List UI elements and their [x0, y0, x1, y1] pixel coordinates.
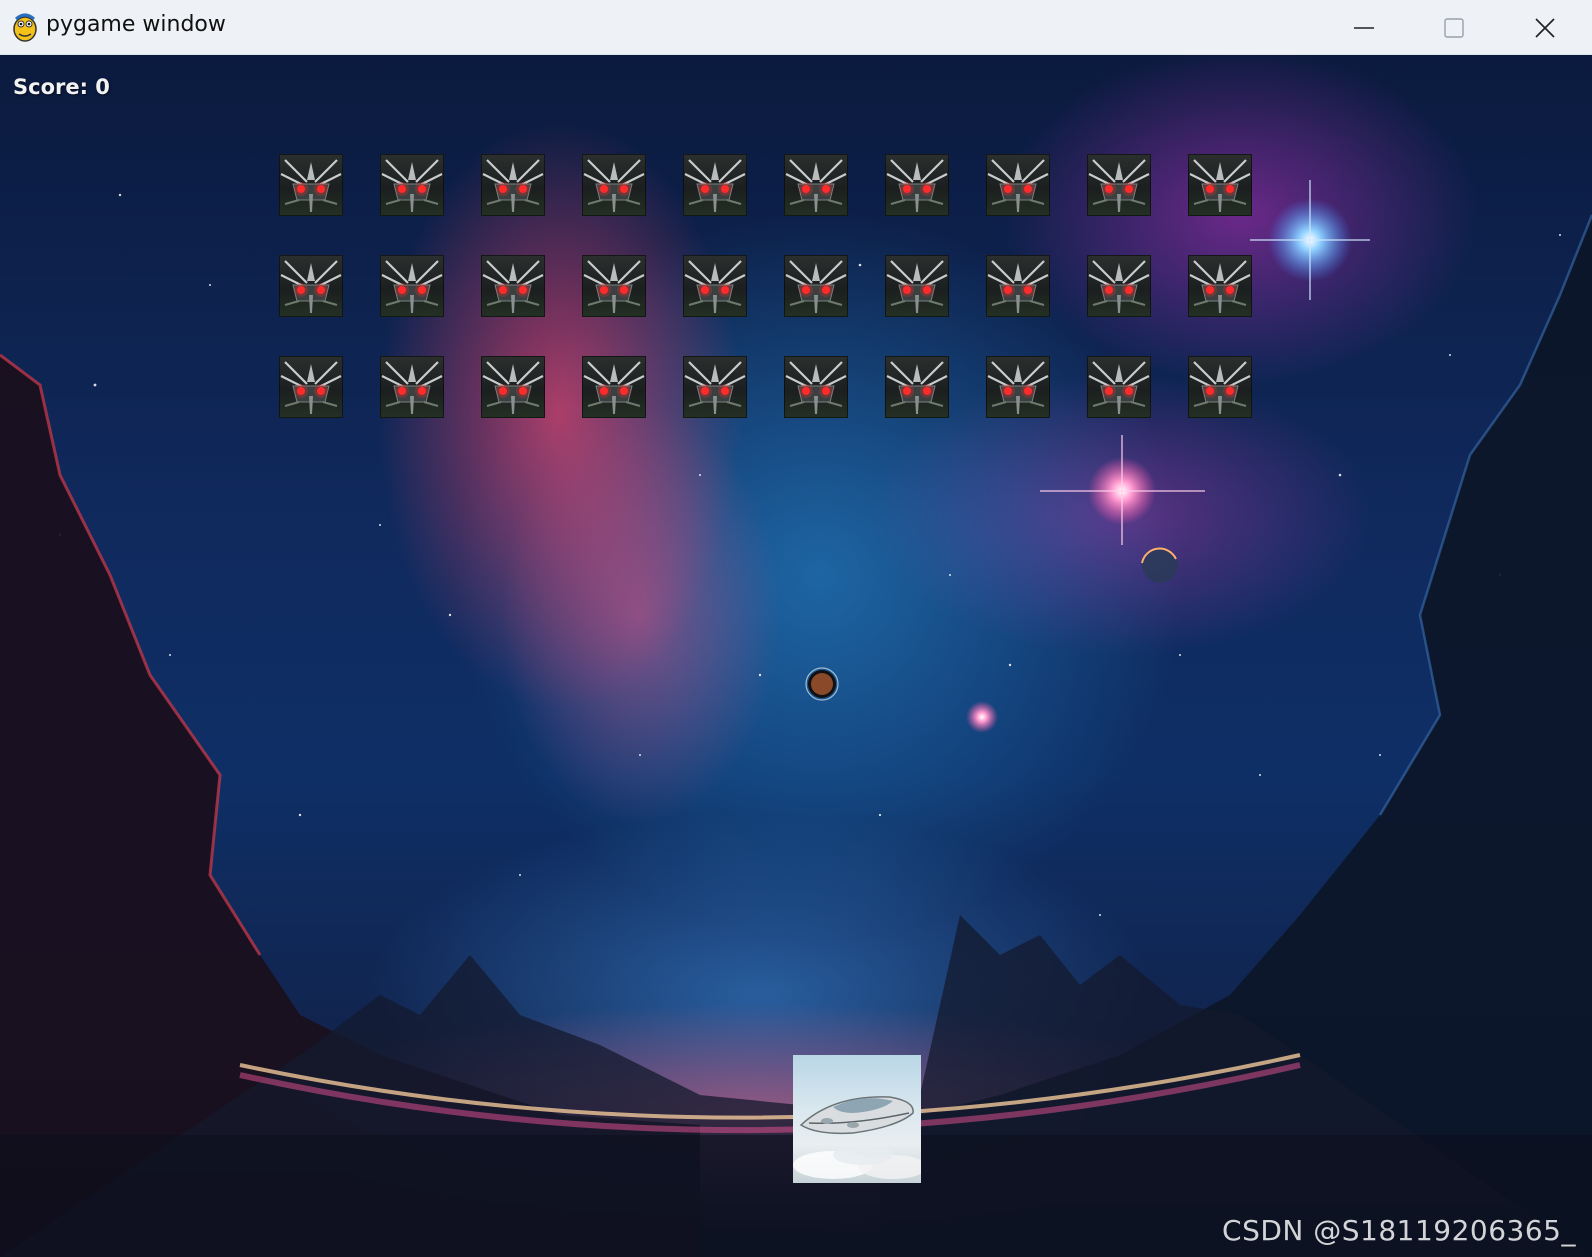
- alien-invader: [279, 154, 343, 216]
- alien-robot-icon: [1088, 361, 1150, 414]
- maximize-button[interactable]: [1409, 0, 1499, 55]
- alien-invader: [1188, 356, 1252, 418]
- alien-invader: [986, 356, 1050, 418]
- alien-robot-icon: [785, 361, 847, 414]
- alien-invader: [1087, 154, 1151, 216]
- alien-invader: [279, 356, 343, 418]
- minimize-icon: [1354, 26, 1374, 29]
- alien-robot-icon: [886, 159, 948, 212]
- alien-robot-icon: [583, 361, 645, 414]
- alien-invader: [481, 255, 545, 317]
- alien-robot-icon: [280, 260, 342, 313]
- alien-robot-icon: [482, 361, 544, 414]
- alien-robot-icon: [381, 260, 443, 313]
- alien-robot-icon: [482, 159, 544, 212]
- alien-robot-icon: [583, 260, 645, 313]
- alien-invader: [1087, 255, 1151, 317]
- alien-invader: [1188, 255, 1252, 317]
- alien-invader: [683, 154, 747, 216]
- alien-robot-icon: [684, 361, 746, 414]
- alien-invader: [380, 154, 444, 216]
- player-ship[interactable]: [793, 1055, 921, 1183]
- alien-robot-icon: [987, 361, 1049, 414]
- alien-robot-icon: [381, 159, 443, 212]
- alien-invader: [885, 255, 949, 317]
- alien-robot-icon: [280, 361, 342, 414]
- game-canvas[interactable]: Score: 0 CSDN @S18119206365_: [0, 55, 1592, 1257]
- alien-robot-icon: [987, 159, 1049, 212]
- maximize-icon: [1444, 17, 1464, 38]
- alien-robot-icon: [381, 361, 443, 414]
- alien-robot-icon: [1189, 361, 1251, 414]
- watermark: CSDN @S18119206365_: [1222, 1214, 1576, 1247]
- alien-invader: [481, 356, 545, 418]
- alien-formation: [0, 55, 1592, 655]
- alien-invader: [885, 356, 949, 418]
- close-button[interactable]: [1500, 0, 1590, 55]
- pygame-window: pygame window Score: 0 CSDN @S1811920636…: [0, 0, 1592, 1257]
- alien-invader: [784, 255, 848, 317]
- alien-robot-icon: [684, 159, 746, 212]
- minimize-button[interactable]: [1319, 0, 1409, 55]
- alien-robot-icon: [987, 260, 1049, 313]
- alien-robot-icon: [583, 159, 645, 212]
- alien-robot-icon: [886, 260, 948, 313]
- alien-invader: [683, 356, 747, 418]
- pygame-snake-icon: [10, 9, 40, 43]
- alien-robot-icon: [1088, 260, 1150, 313]
- alien-invader: [1087, 356, 1151, 418]
- alien-robot-icon: [1088, 159, 1150, 212]
- alien-invader: [380, 356, 444, 418]
- alien-invader: [683, 255, 747, 317]
- alien-invader: [279, 255, 343, 317]
- alien-robot-icon: [886, 361, 948, 414]
- alien-invader: [986, 255, 1050, 317]
- window-title: pygame window: [46, 12, 226, 37]
- title-bar: pygame window: [0, 0, 1592, 55]
- alien-invader: [784, 356, 848, 418]
- alien-invader: [380, 255, 444, 317]
- alien-robot-icon: [280, 159, 342, 212]
- alien-invader: [784, 154, 848, 216]
- spaceship-icon: [793, 1096, 921, 1179]
- alien-invader: [582, 255, 646, 317]
- alien-robot-icon: [482, 260, 544, 313]
- close-icon: [1535, 17, 1555, 38]
- alien-invader: [582, 154, 646, 216]
- alien-robot-icon: [785, 159, 847, 212]
- alien-robot-icon: [684, 260, 746, 313]
- alien-robot-icon: [785, 260, 847, 313]
- alien-robot-icon: [1189, 260, 1251, 313]
- alien-invader: [481, 154, 545, 216]
- alien-invader: [1188, 154, 1252, 216]
- alien-invader: [582, 356, 646, 418]
- alien-robot-icon: [1189, 159, 1251, 212]
- alien-invader: [885, 154, 949, 216]
- alien-invader: [986, 154, 1050, 216]
